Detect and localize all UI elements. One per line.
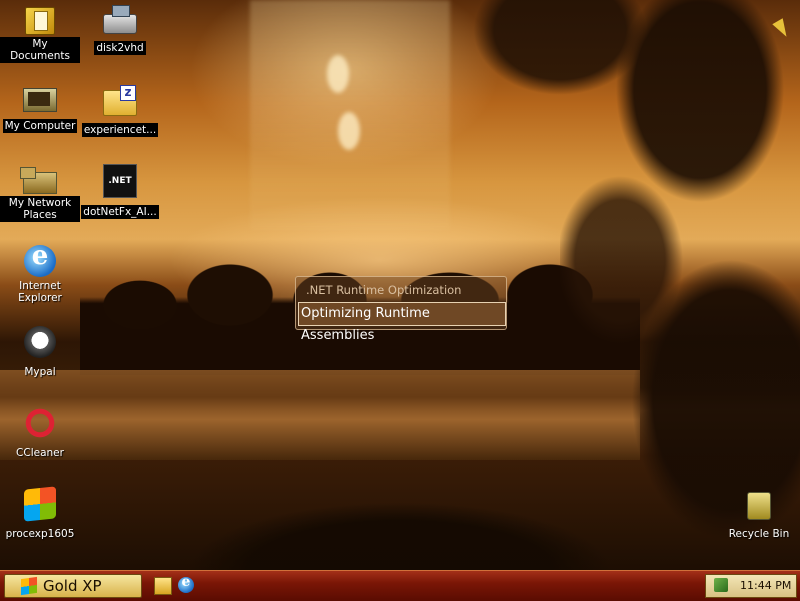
my-computer-icon [23,88,57,112]
icon-label: Mypal [24,366,56,378]
icon-label: procexp1605 [5,528,75,540]
desktop: My Documents disk2vhd My Computer experi… [0,0,800,570]
start-button-label: Gold XP [43,577,102,595]
zip-folder-icon [103,85,137,116]
desktop-icon-internet-explorer[interactable]: Internet Explorer [0,241,80,305]
desktop-icon-ccleaner[interactable]: CCleaner [0,407,80,460]
desktop-icon-experiencet[interactable]: experiencet... [80,84,160,137]
icon-label: dotNetFx_AI... [81,205,159,219]
network-places-icon [20,167,57,194]
desktop-icon-disk2vhd[interactable]: disk2vhd [80,4,160,55]
recycle-bin-icon [747,492,771,520]
windows-flag-icon [21,576,37,596]
network-tray-icon[interactable] [714,578,728,592]
popup-message: Optimizing Runtime Assemblies [298,302,506,343]
clock[interactable]: 11:44 PM [740,575,791,597]
taskbar: Gold XP 11:44 PM [0,570,800,601]
disk2vhd-icon [103,5,137,34]
my-documents-icon [25,7,55,35]
icon-label: Recycle Bin [728,528,790,540]
internet-explorer-icon[interactable] [178,574,194,593]
desktop-icon-my-network-places[interactable]: My Network Places [0,164,80,222]
icon-label: CCleaner [16,447,64,459]
desktop-icon-my-documents[interactable]: My Documents [0,4,80,63]
icon-label: My Computer [2,119,78,133]
icon-label: My Network Places [0,196,80,222]
dotnet-optimization-popup: .NET Runtime Optimization Optimizing Run… [295,276,507,343]
desktop-icon-dotnetfx[interactable]: .NET dotNetFx_AI... [80,164,160,219]
icon-label: experiencet... [81,123,159,137]
ccleaner-icon [24,407,56,439]
dotnet-icon: .NET [103,164,137,198]
sun-reflection [338,112,360,150]
icon-label: My Documents [0,37,80,63]
wallpaper-grass [120,430,680,570]
mypal-icon [24,326,56,358]
folder-icon[interactable] [154,577,172,595]
popup-title: .NET Runtime Optimization [306,283,462,297]
desktop-icon-my-computer[interactable]: My Computer [0,84,80,133]
desktop-icon-mypal[interactable]: Mypal [0,326,80,379]
sun-reflection [327,55,349,93]
internet-explorer-icon [24,241,56,277]
icon-label: Internet Explorer [18,280,62,304]
desktop-icon-procexp[interactable]: procexp1605 [0,486,80,541]
system-tray: 11:44 PM [705,574,797,598]
icon-label: disk2vhd [94,41,146,55]
procexp-icon [24,486,56,522]
start-button[interactable]: Gold XP [4,574,142,598]
desktop-icon-recycle-bin[interactable]: Recycle Bin [719,488,799,541]
